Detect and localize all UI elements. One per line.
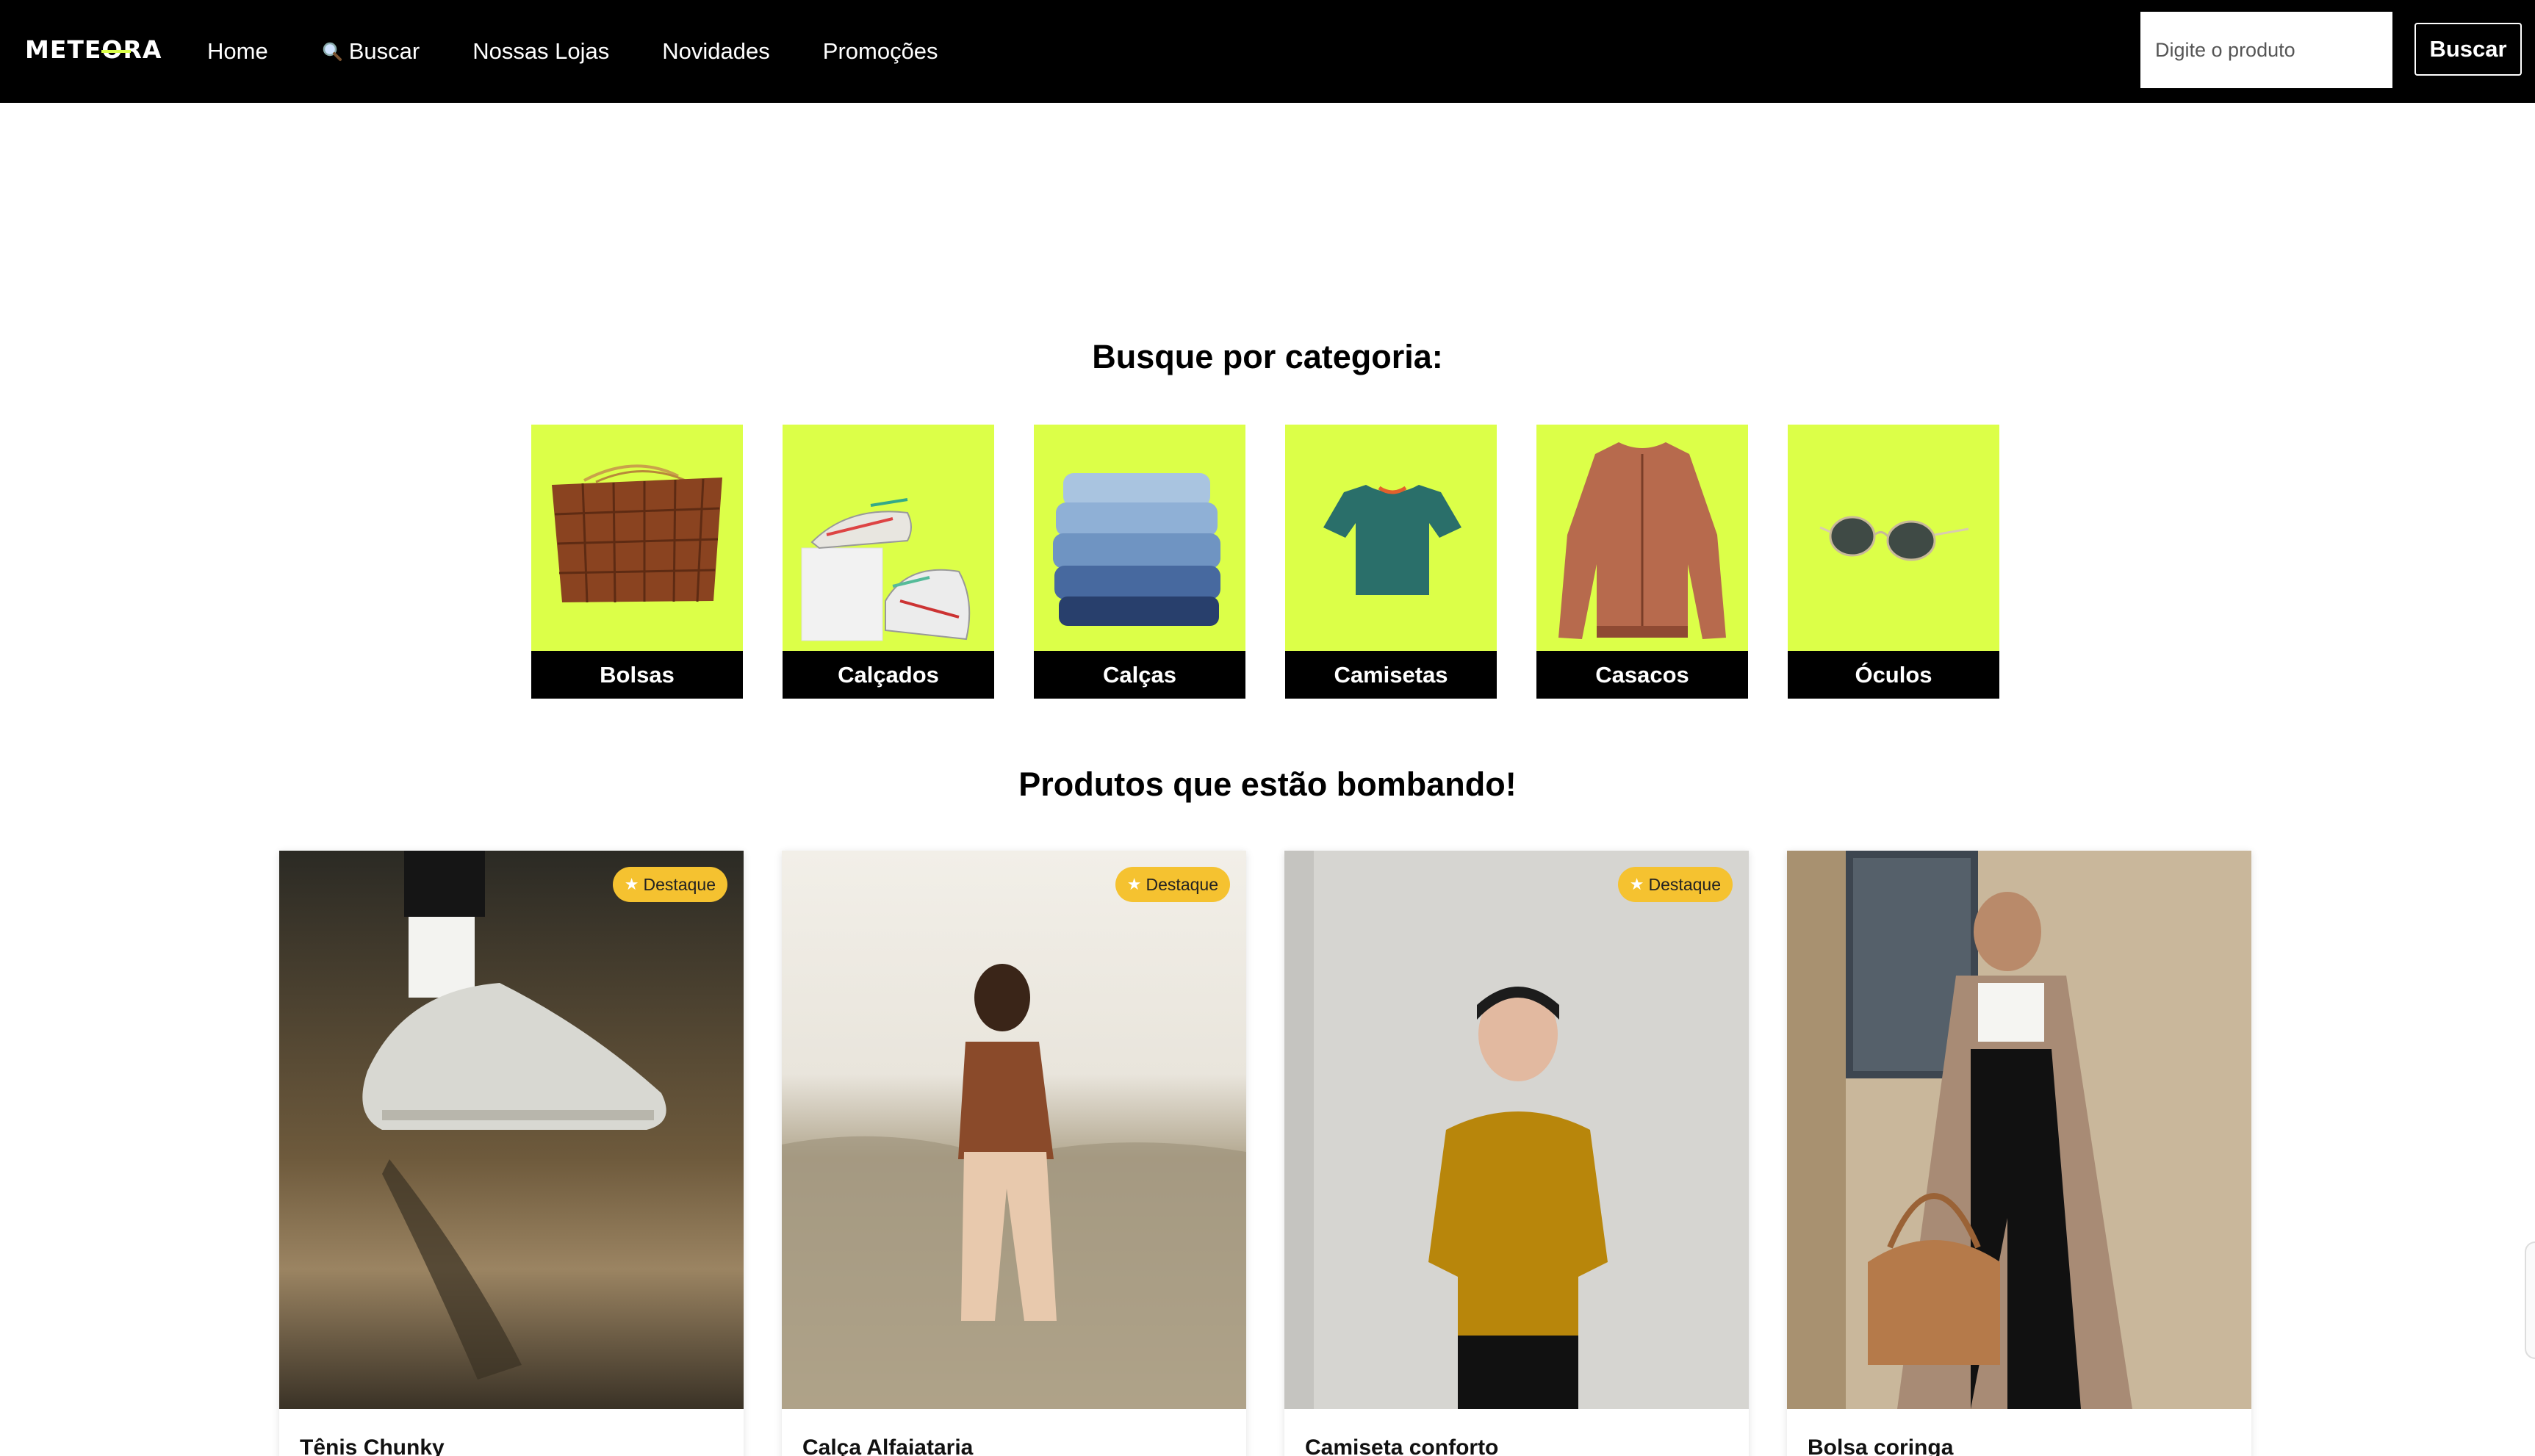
nav-link-label: Home: [207, 38, 268, 64]
badge-label: Destaque: [1146, 874, 1218, 894]
badge-label: Destaque: [643, 874, 716, 894]
logo-accent-bar: [101, 50, 131, 53]
product-photo-handbag: [1787, 851, 2251, 1409]
category-label: Óculos: [1788, 651, 1999, 699]
nav-link-nossas-lojas[interactable]: Nossas Lojas: [472, 38, 609, 65]
category-card-camisetas[interactable]: Camisetas: [1285, 425, 1497, 699]
product-card[interactable]: ★ Destaque Calça Alfaiataria: [782, 851, 1246, 1456]
nav-links: Home Buscar Nossas Lojas Novidades Promo…: [207, 0, 991, 103]
nav-link-home[interactable]: Home: [207, 38, 268, 65]
badge-label: Destaque: [1648, 874, 1721, 894]
jacket-image: [1558, 442, 1726, 639]
category-label: Bolsas: [531, 651, 743, 699]
jeans-stack-image: [1053, 473, 1220, 626]
nav-link-buscar[interactable]: Buscar: [321, 38, 420, 65]
nav-link-label: Novidades: [662, 38, 770, 64]
logo-text: METEORA: [25, 35, 162, 64]
category-card-oculos[interactable]: Óculos: [1788, 425, 1999, 699]
nav-link-label: Promoções: [822, 38, 938, 64]
category-label: Calçados: [783, 651, 994, 699]
star-icon: ★: [624, 875, 639, 893]
star-icon: ★: [1629, 875, 1644, 893]
product-card[interactable]: ★ Destaque Camiseta conforto: [1284, 851, 1749, 1456]
categories-title: Busque por categoria:: [1092, 338, 1443, 375]
category-card-casacos[interactable]: Casacos: [1536, 425, 1748, 699]
search-icon: [321, 40, 343, 62]
featured-badge: ★ Destaque: [1617, 867, 1733, 902]
featured-badge: ★ Destaque: [1115, 867, 1230, 902]
product-card[interactable]: ★ Destaque Tênis Chunky: [279, 851, 744, 1456]
sunglasses-image: [1819, 516, 1969, 561]
sneakers-image: [801, 498, 971, 641]
category-card-bolsas[interactable]: Bolsas: [531, 425, 743, 699]
star-icon: ★: [1126, 875, 1142, 893]
handbag-image: [552, 464, 722, 603]
product-name: Bolsa coringa: [1808, 1435, 1954, 1456]
category-card-calcados[interactable]: Calçados: [783, 425, 994, 699]
category-grid: Bolsas Calçados Calças Camisetas Casacos…: [531, 425, 2001, 699]
category-label: Calças: [1034, 651, 1245, 699]
nav-link-promocoes[interactable]: Promoções: [823, 38, 938, 65]
category-card-calcas[interactable]: Calças: [1034, 425, 1245, 699]
meteora-logo[interactable]: METEORA: [25, 32, 162, 66]
tshirt-image: [1323, 485, 1461, 595]
nav-link-label: Buscar: [348, 38, 420, 64]
side-panel-handle[interactable]: [2525, 1241, 2535, 1359]
product-photo-trousers: [782, 851, 1246, 1409]
product-grid: ★ Destaque Tênis Chunky ★ Destaque Calça…: [279, 851, 2263, 1456]
product-name: Tênis Chunky: [300, 1435, 445, 1456]
product-photo-tshirt: [1284, 851, 1749, 1409]
featured-badge: ★ Destaque: [612, 867, 727, 902]
product-card[interactable]: Bolsa coringa: [1787, 851, 2251, 1456]
products-title: Produtos que estão bombando!: [1018, 765, 1517, 803]
search-button[interactable]: Buscar: [2414, 23, 2522, 76]
nav-link-label: Nossas Lojas: [472, 38, 610, 64]
category-label: Casacos: [1536, 651, 1748, 699]
product-name: Calça Alfaiataria: [802, 1435, 974, 1456]
product-search-input[interactable]: [2140, 12, 2392, 88]
top-navbar: METEORA Home Buscar Nossas Lojas Novidad…: [0, 0, 2535, 103]
product-photo-sneaker: [279, 851, 744, 1409]
product-name: Camiseta conforto: [1305, 1435, 1499, 1456]
category-label: Camisetas: [1285, 651, 1497, 699]
nav-link-novidades[interactable]: Novidades: [662, 38, 769, 65]
